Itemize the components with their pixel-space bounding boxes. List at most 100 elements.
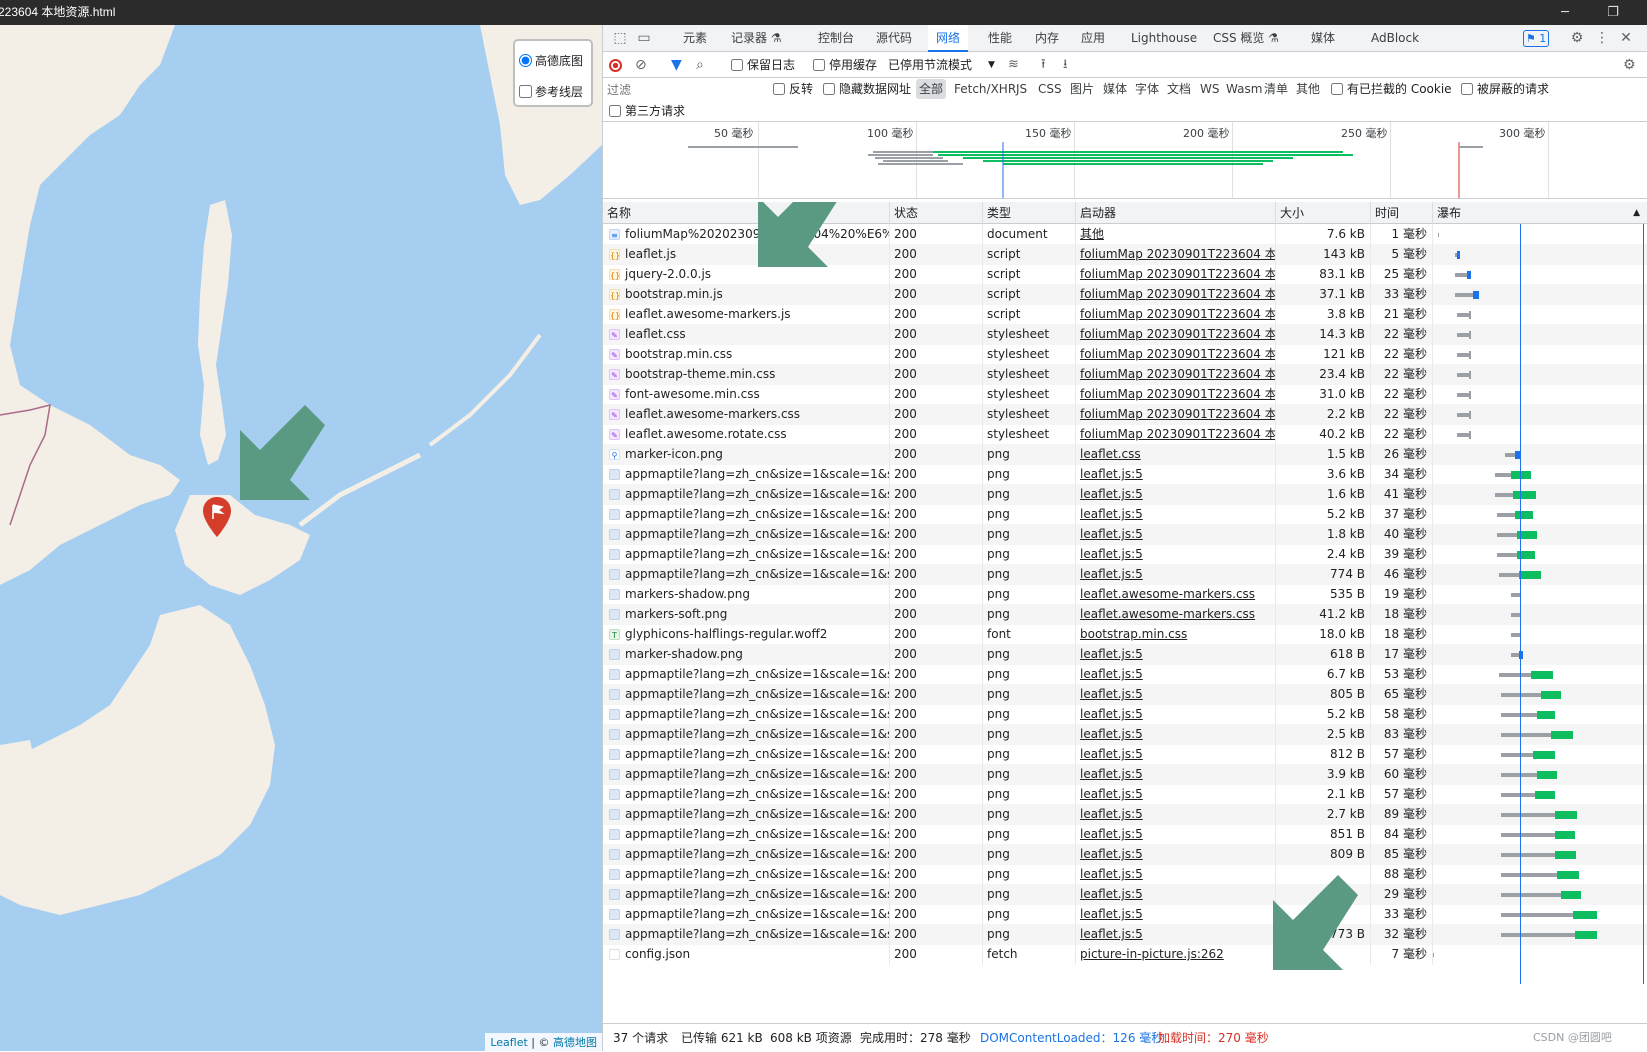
request-name-cell[interactable]: markers-soft.png bbox=[603, 604, 890, 625]
filter-type-media[interactable]: 媒体 bbox=[1100, 79, 1130, 99]
table-row[interactable]: appmaptile?lang=zh_cn&size=1&scale=1&sty… bbox=[603, 864, 1647, 885]
request-name-cell[interactable]: appmaptile?lang=zh_cn&size=1&scale=1&sty… bbox=[603, 824, 890, 845]
filter-type-manifest[interactable]: 清单 bbox=[1261, 79, 1291, 99]
request-initiator-link[interactable]: foliumMap 20230901T223604 本地... bbox=[1080, 347, 1275, 361]
table-row[interactable]: appmaptile?lang=zh_cn&size=1&scale=1&sty… bbox=[603, 764, 1647, 785]
tab-sources[interactable]: 源代码 bbox=[876, 25, 912, 52]
request-name-cell[interactable]: appmaptile?lang=zh_cn&size=1&scale=1&sty… bbox=[603, 744, 890, 765]
request-initiator-link[interactable]: leaflet.js:5 bbox=[1080, 527, 1143, 541]
tab-application[interactable]: 应用 bbox=[1081, 25, 1105, 52]
filter-icon[interactable]: ▼ bbox=[671, 52, 682, 78]
issues-badge[interactable]: ⚑ 1 bbox=[1523, 30, 1549, 47]
table-row[interactable]: appmaptile?lang=zh_cn&size=1&scale=1&sty… bbox=[603, 724, 1647, 745]
request-initiator-link[interactable]: leaflet.js:5 bbox=[1080, 727, 1143, 741]
preserve-log-option[interactable]: 保留日志 bbox=[731, 52, 795, 78]
column-header-initiator[interactable]: 启动器 bbox=[1076, 202, 1276, 224]
request-initiator-link[interactable]: foliumMap 20230901T223604 本地... bbox=[1080, 367, 1275, 381]
close-devtools-icon[interactable]: ✕ bbox=[1617, 29, 1635, 47]
request-name-cell[interactable]: appmaptile?lang=zh_cn&size=1&scale=1&sty… bbox=[603, 924, 890, 945]
blocked-cookies-option[interactable]: 有已拦截的 Cookie bbox=[1331, 78, 1452, 100]
restore-button[interactable]: ❐ bbox=[1593, 0, 1633, 25]
request-name-cell[interactable]: ✎ leaflet.awesome.rotate.css bbox=[603, 424, 890, 445]
request-initiator-link[interactable]: leaflet.js:5 bbox=[1080, 887, 1143, 901]
table-row[interactable]: appmaptile?lang=zh_cn&size=1&scale=1&sty… bbox=[603, 504, 1647, 525]
table-row[interactable]: appmaptile?lang=zh_cn&size=1&scale=1&sty… bbox=[603, 924, 1647, 945]
request-name-cell[interactable]: marker-shadow.png bbox=[603, 644, 890, 665]
request-initiator-link[interactable]: leaflet.js:5 bbox=[1080, 507, 1143, 521]
request-initiator-link[interactable]: foliumMap 20230901T223604 本地... bbox=[1080, 267, 1275, 281]
blocked-requests-checkbox[interactable] bbox=[1461, 83, 1473, 95]
map-view[interactable]: 高德底图 参考线层 Leaflet | © 高德地图 bbox=[0, 25, 602, 1051]
tab-network[interactable]: 网络 bbox=[928, 25, 969, 52]
request-name-cell[interactable]: appmaptile?lang=zh_cn&size=1&scale=1&sty… bbox=[603, 844, 890, 865]
hide-data-urls-checkbox[interactable] bbox=[823, 83, 835, 95]
record-button[interactable] bbox=[609, 52, 622, 78]
request-initiator-link[interactable]: leaflet.js:5 bbox=[1080, 847, 1143, 861]
request-initiator-link[interactable]: leaflet.js:5 bbox=[1080, 687, 1143, 701]
table-row[interactable]: appmaptile?lang=zh_cn&size=1&scale=1&sty… bbox=[603, 524, 1647, 545]
request-name-cell[interactable]: appmaptile?lang=zh_cn&size=1&scale=1&sty… bbox=[603, 704, 890, 725]
table-row[interactable]: ✎ bootstrap-theme.min.css 200 stylesheet fol… bbox=[603, 364, 1647, 385]
table-row[interactable]: appmaptile?lang=zh_cn&size=1&scale=1&sty… bbox=[603, 904, 1647, 925]
request-name-cell[interactable]: appmaptile?lang=zh_cn&size=1&scale=1&sty… bbox=[603, 504, 890, 525]
table-row[interactable]: ✎ font-awesome.min.css 200 stylesheet folium… bbox=[603, 384, 1647, 405]
network-overview[interactable]: 50 毫秒 100 毫秒 150 毫秒 200 毫秒 250 毫秒 300 毫秒 bbox=[603, 122, 1647, 199]
hide-data-urls-option[interactable]: 隐藏数据网址 bbox=[823, 78, 911, 100]
request-name-cell[interactable]: appmaptile?lang=zh_cn&size=1&scale=1&sty… bbox=[603, 804, 890, 825]
request-initiator-link[interactable]: picture-in-picture.js:262 bbox=[1080, 947, 1224, 961]
request-name-cell[interactable]: appmaptile?lang=zh_cn&size=1&scale=1&sty… bbox=[603, 484, 890, 505]
table-row[interactable]: appmaptile?lang=zh_cn&size=1&scale=1&sty… bbox=[603, 684, 1647, 705]
table-row[interactable]: ✎ leaflet.awesome.rotate.css 200 stylesheet… bbox=[603, 424, 1647, 445]
table-row[interactable]: appmaptile?lang=zh_cn&size=1&scale=1&sty… bbox=[603, 464, 1647, 485]
request-initiator-link[interactable]: foliumMap 20230901T223604 本地... bbox=[1080, 327, 1275, 341]
table-row[interactable]: Tglyphicons-halflings-regular.woff2 200 fo… bbox=[603, 624, 1647, 645]
tab-memory[interactable]: 内存 bbox=[1035, 25, 1059, 52]
request-name-cell[interactable]: appmaptile?lang=zh_cn&size=1&scale=1&sty… bbox=[603, 544, 890, 565]
table-row[interactable]: ✎ leaflet.css 200 stylesheet foliumMap 20230… bbox=[603, 324, 1647, 345]
request-name-cell[interactable]: appmaptile?lang=zh_cn&size=1&scale=1&sty… bbox=[603, 904, 890, 925]
table-row[interactable]: appmaptile?lang=zh_cn&size=1&scale=1&sty… bbox=[603, 664, 1647, 685]
disable-cache-option[interactable]: 停用缓存 bbox=[813, 52, 877, 78]
table-row[interactable]: appmaptile?lang=zh_cn&size=1&scale=1&sty… bbox=[603, 824, 1647, 845]
preserve-log-checkbox[interactable] bbox=[731, 59, 743, 71]
request-name-cell[interactable]: ⚲ marker-icon.png bbox=[603, 444, 890, 465]
filter-input[interactable] bbox=[607, 81, 767, 99]
leaflet-link[interactable]: Leaflet bbox=[490, 1036, 527, 1049]
request-initiator-link[interactable]: leaflet.js:5 bbox=[1080, 647, 1143, 661]
request-initiator-link[interactable]: leaflet.js:5 bbox=[1080, 747, 1143, 761]
filter-type-wasm[interactable]: Wasm bbox=[1223, 79, 1265, 99]
request-name-cell[interactable]: appmaptile?lang=zh_cn&size=1&scale=1&sty… bbox=[603, 684, 890, 705]
request-name-cell[interactable]: appmaptile?lang=zh_cn&size=1&scale=1&sty… bbox=[603, 724, 890, 745]
request-name-cell[interactable]: appmaptile?lang=zh_cn&size=1&scale=1&sty… bbox=[603, 524, 890, 545]
request-name-cell[interactable]: ✎ font-awesome.min.css bbox=[603, 384, 890, 405]
network-conditions-icon[interactable]: ≋ bbox=[1008, 52, 1019, 78]
table-row[interactable]: appmaptile?lang=zh_cn&size=1&scale=1&sty… bbox=[603, 544, 1647, 565]
request-name-cell[interactable]: appmaptile?lang=zh_cn&size=1&scale=1&sty… bbox=[603, 764, 890, 785]
table-row[interactable]: appmaptile?lang=zh_cn&size=1&scale=1&sty… bbox=[603, 704, 1647, 725]
request-initiator-link[interactable]: foliumMap 20230901T223604 本地... bbox=[1080, 427, 1275, 441]
tab-elements[interactable]: 元素 bbox=[683, 25, 707, 52]
filter-type-js[interactable]: JS bbox=[1013, 79, 1030, 99]
amap-link[interactable]: 高德地图 bbox=[553, 1036, 597, 1049]
table-row[interactable]: markers-shadow.png 200 png leaflet.awesome-… bbox=[603, 584, 1647, 605]
column-header-type[interactable]: 类型 bbox=[983, 202, 1076, 224]
table-row[interactable]: appmaptile?lang=zh_cn&size=1&scale=1&sty… bbox=[603, 564, 1647, 585]
column-header-waterfall[interactable]: 瀑布 ▲ bbox=[1433, 202, 1647, 224]
network-settings-icon[interactable]: ⚙ bbox=[1623, 52, 1636, 78]
request-initiator-link[interactable]: bootstrap.min.css bbox=[1080, 627, 1187, 641]
request-initiator-link[interactable]: leaflet.js:5 bbox=[1080, 547, 1143, 561]
layer-option-reference[interactable]: 参考线层 bbox=[519, 76, 587, 107]
request-initiator-link[interactable]: 其他 bbox=[1080, 227, 1104, 241]
table-row[interactable]: appmaptile?lang=zh_cn&size=1&scale=1&sty… bbox=[603, 784, 1647, 805]
table-row[interactable]: appmaptile?lang=zh_cn&size=1&scale=1&sty… bbox=[603, 844, 1647, 865]
request-initiator-link[interactable]: foliumMap 20230901T223604 本地... bbox=[1080, 287, 1275, 301]
table-row[interactable]: ✎ leaflet.awesome-markers.css 200 styleshee… bbox=[603, 404, 1647, 425]
table-row[interactable]: marker-shadow.png 200 png leaflet.js:5 618 B… bbox=[603, 644, 1647, 665]
layer-radio-amap[interactable] bbox=[519, 54, 532, 67]
request-initiator-link[interactable]: leaflet.awesome-markers.css bbox=[1080, 587, 1255, 601]
request-initiator-link[interactable]: foliumMap 20230901T223604 本地... bbox=[1080, 247, 1275, 261]
layer-checkbox-reference[interactable] bbox=[519, 85, 532, 98]
filter-type-other[interactable]: 其他 bbox=[1293, 79, 1323, 99]
request-initiator-link[interactable]: leaflet.js:5 bbox=[1080, 707, 1143, 721]
column-header-size[interactable]: 大小 bbox=[1276, 202, 1371, 224]
